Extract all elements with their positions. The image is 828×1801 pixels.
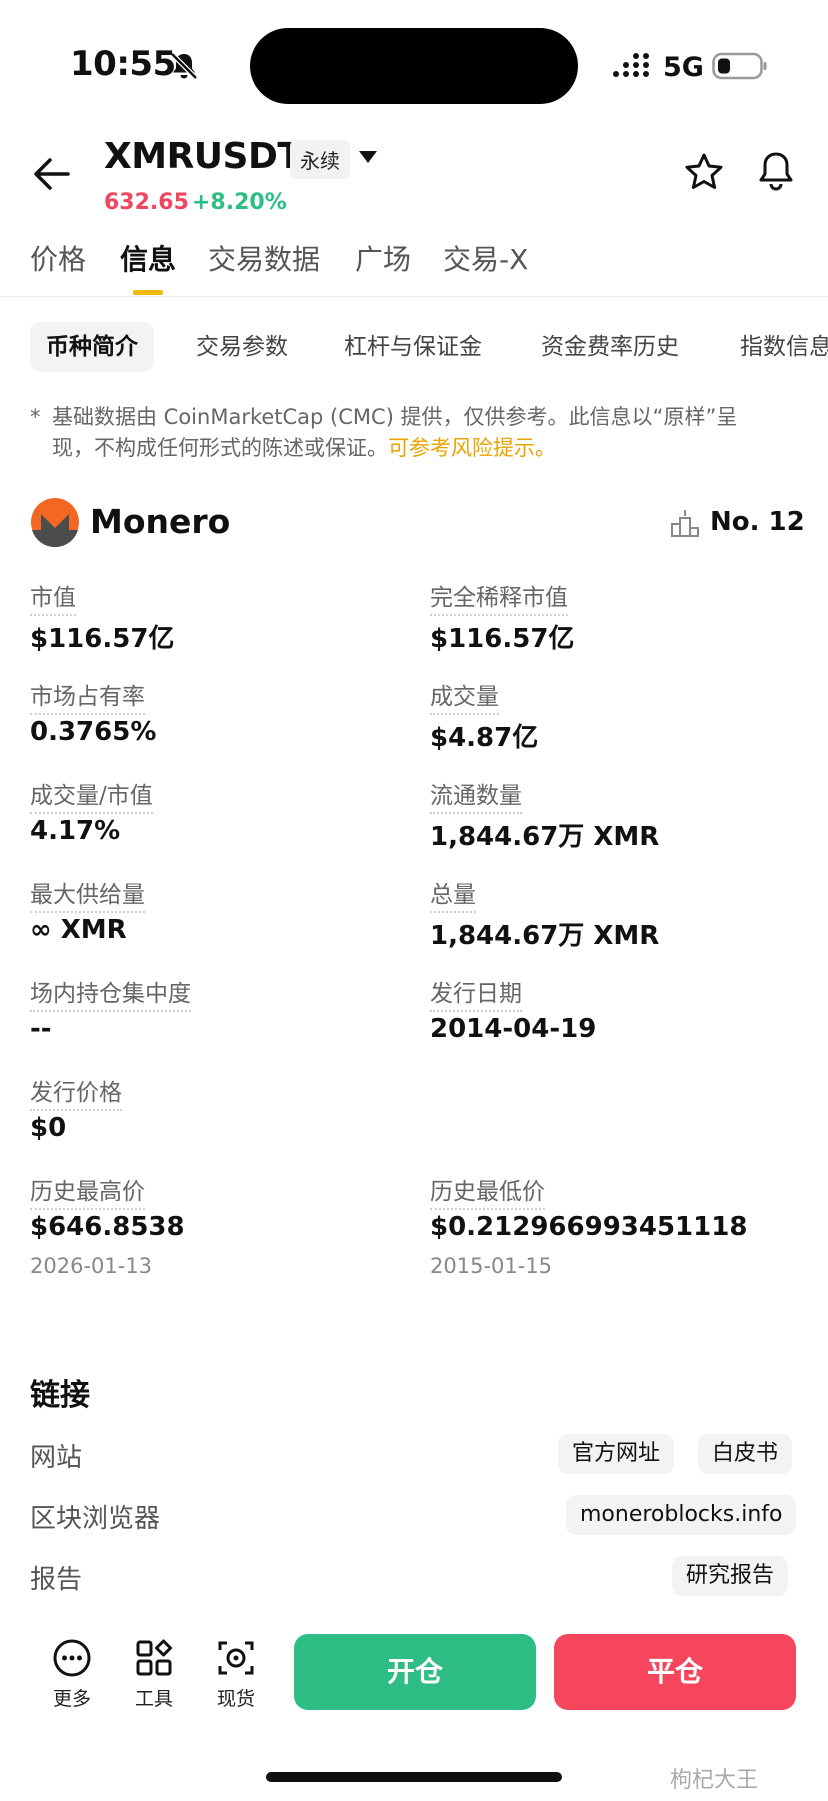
- pair-title[interactable]: XMRUSDT: [104, 136, 302, 177]
- spot-label: 现货: [216, 1688, 255, 1710]
- more-button[interactable]: 更多: [38, 1638, 106, 1711]
- stat-market-cap: 市值: [30, 578, 76, 616]
- subtab-funding-history[interactable]: 资金费率历史: [541, 322, 679, 372]
- stat-label[interactable]: 成交量/市值: [30, 783, 153, 814]
- bell-off-icon: [170, 52, 198, 80]
- risk-warning-link[interactable]: 可参考风险提示。: [388, 436, 556, 460]
- coin-rank: No. 12: [710, 507, 805, 537]
- tools-icon: [136, 1639, 172, 1676]
- stat-issue-date: 发行日期: [430, 974, 522, 1012]
- stat-value: 1,844.67万 XMR: [430, 921, 660, 951]
- subtab-coin-intro[interactable]: 币种简介: [30, 322, 154, 372]
- stat-fdv: 完全稀释市值: [430, 578, 568, 616]
- stat-value: 2014-04-19: [430, 1014, 597, 1044]
- stat-value: 0.3765%: [30, 717, 157, 747]
- stat-date: 2026-01-13: [30, 1254, 153, 1278]
- stat-label[interactable]: 发行价格: [30, 1080, 122, 1111]
- official-site-chip[interactable]: 官方网址: [558, 1434, 675, 1474]
- tools-label: 工具: [134, 1688, 173, 1710]
- stat-label[interactable]: 市值: [30, 585, 76, 616]
- favorite-star-icon[interactable]: [684, 152, 724, 192]
- last-price: 632.65: [104, 190, 189, 215]
- tools-button[interactable]: 工具: [120, 1638, 188, 1711]
- link-label-explorer: 区块浏览器: [30, 1504, 161, 1534]
- status-time: 10:55: [70, 44, 176, 84]
- stat-value: 4.17%: [30, 816, 121, 846]
- more-label: 更多: [52, 1688, 91, 1710]
- more-icon: [53, 1639, 91, 1677]
- dynamic-island: [250, 28, 578, 104]
- stat-value: $646.8538: [30, 1212, 185, 1242]
- stat-label[interactable]: 流通数量: [430, 783, 522, 814]
- stat-value: $0: [30, 1113, 67, 1143]
- tab-trade-x[interactable]: 交易-X: [443, 238, 528, 278]
- stat-value: 1,844.67万 XMR: [430, 822, 660, 852]
- stat-market-share: 市场占有率: [30, 677, 145, 715]
- stat-holding-concentration: 场内持仓集中度: [30, 974, 191, 1012]
- research-report-chip[interactable]: 研究报告: [672, 1556, 789, 1596]
- stat-volume: 成交量: [430, 677, 499, 715]
- disclaimer-mark: *: [30, 405, 41, 429]
- stat-value: $4.87亿: [430, 723, 539, 753]
- back-arrow-icon[interactable]: [32, 156, 72, 192]
- spot-icon: [218, 1641, 254, 1675]
- stat-label[interactable]: 发行日期: [430, 981, 522, 1012]
- home-indicator[interactable]: [266, 1772, 562, 1782]
- price-change: +8.20%: [192, 190, 287, 215]
- stat-label[interactable]: 场内持仓集中度: [30, 981, 191, 1012]
- stat-max-supply: 最大供给量: [30, 875, 145, 913]
- chevron-down-icon[interactable]: [358, 150, 378, 164]
- stat-all-time-low: 历史最低价: [430, 1172, 545, 1210]
- whitepaper-chip[interactable]: 白皮书: [698, 1434, 793, 1474]
- stat-value: ∞ XMR: [30, 915, 127, 945]
- tab-square[interactable]: 广场: [355, 238, 411, 278]
- spot-button[interactable]: 现货: [202, 1638, 270, 1711]
- monero-logo-icon: [31, 498, 79, 547]
- stat-label[interactable]: 历史最低价: [430, 1179, 545, 1210]
- close-position-button[interactable]: 平仓: [554, 1634, 796, 1710]
- stat-label[interactable]: 成交量: [430, 684, 499, 715]
- bell-icon[interactable]: [756, 150, 796, 192]
- links-section-title: 链接: [30, 1378, 90, 1413]
- active-tab-indicator: [133, 290, 163, 295]
- open-position-button[interactable]: 开仓: [294, 1634, 536, 1710]
- network-label: 5G: [663, 52, 704, 83]
- coin-name: Monero: [90, 502, 231, 541]
- stat-value: $0.212966993451118: [430, 1212, 748, 1242]
- header-divider: [0, 296, 828, 297]
- signal-icon: [613, 53, 649, 77]
- subtab-index-info[interactable]: 指数信息: [740, 322, 828, 372]
- link-label-website: 网站: [30, 1443, 83, 1473]
- subtab-leverage-margin[interactable]: 杠杆与保证金: [344, 322, 482, 372]
- watermark: 枸杞大王: [670, 1768, 759, 1793]
- stat-label[interactable]: 最大供给量: [30, 882, 145, 913]
- stat-label[interactable]: 总量: [430, 882, 476, 913]
- stat-circulating: 流通数量: [430, 776, 522, 814]
- stat-issue-price: 发行价格: [30, 1073, 122, 1111]
- stat-volume-mcap: 成交量/市值: [30, 776, 153, 814]
- stat-value: $116.57亿: [430, 624, 575, 654]
- stat-all-time-high: 历史最高价: [30, 1172, 145, 1210]
- explorer-chip[interactable]: moneroblocks.info: [566, 1495, 797, 1535]
- stat-date: 2015-01-15: [430, 1254, 553, 1278]
- podium-icon: [671, 510, 699, 537]
- contract-type-badge: 永续: [290, 140, 350, 179]
- disclaimer: * 基础数据由 CoinMarketCap (CMC) 提供，仅供参考。此信息以…: [30, 402, 770, 464]
- stat-label[interactable]: 市场占有率: [30, 684, 145, 715]
- stat-label[interactable]: 历史最高价: [30, 1179, 145, 1210]
- battery-icon: [712, 52, 767, 80]
- stat-value: --: [30, 1014, 52, 1044]
- stat-label[interactable]: 完全稀释市值: [430, 585, 568, 616]
- stat-total-supply: 总量: [430, 875, 476, 913]
- tab-info[interactable]: 信息: [120, 238, 176, 278]
- link-label-report: 报告: [30, 1565, 83, 1595]
- tab-price[interactable]: 价格: [30, 238, 86, 278]
- stat-value: $116.57亿: [30, 624, 175, 654]
- tab-trading-data[interactable]: 交易数据: [208, 238, 320, 278]
- subtab-trading-params[interactable]: 交易参数: [196, 322, 288, 372]
